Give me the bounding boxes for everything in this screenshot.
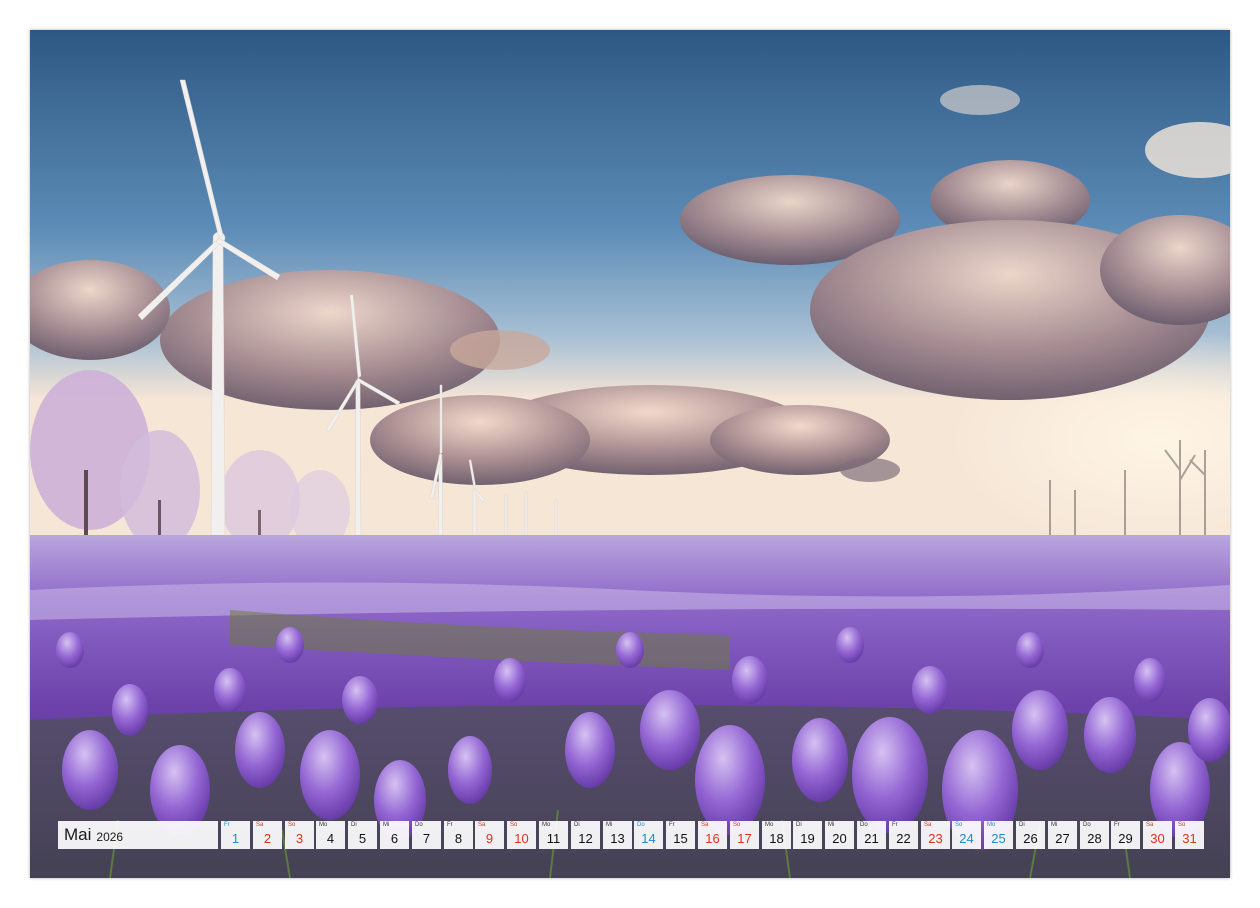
weekday-abbr: Sa — [1146, 822, 1154, 828]
weekday-abbr: So — [510, 822, 518, 828]
day-cell: Di 5 — [348, 821, 377, 849]
weekday-abbr: Do — [860, 822, 868, 828]
day-cell: Di 19 — [793, 821, 822, 849]
month-label: Mai 2026 — [58, 821, 218, 849]
day-number: 27 — [1055, 831, 1070, 846]
month-name: Mai — [64, 825, 92, 844]
day-number: 3 — [295, 831, 304, 846]
day-number: 2 — [263, 831, 272, 846]
weekday-abbr: Sa — [256, 822, 264, 828]
day-number: 23 — [928, 831, 943, 846]
weekday-abbr: Fr — [224, 822, 230, 828]
day-cell: Sa 30 — [1143, 821, 1172, 849]
day-number: 10 — [514, 831, 529, 846]
day-number: 28 — [1087, 831, 1102, 846]
day-cell: Di 26 — [1016, 821, 1045, 849]
day-number: 18 — [769, 831, 784, 846]
day-cell: So 10 — [507, 821, 536, 849]
day-number: 4 — [326, 831, 335, 846]
weekday-abbr: Sa — [478, 822, 486, 828]
day-cell: Mo 4 — [316, 821, 345, 849]
day-number: 24 — [959, 831, 974, 846]
day-number: 21 — [864, 831, 879, 846]
day-number: 5 — [358, 831, 367, 846]
weekday-abbr: So — [955, 822, 963, 828]
day-cell: Sa 2 — [253, 821, 282, 849]
day-cell: Mi 27 — [1048, 821, 1077, 849]
weekday-abbr: Di — [1019, 822, 1025, 828]
weekday-abbr: So — [733, 822, 741, 828]
weekday-abbr: Fr — [1114, 822, 1120, 828]
day-cell: Fr 22 — [889, 821, 918, 849]
weekday-abbr: Di — [796, 822, 802, 828]
day-cell: So 17 — [730, 821, 759, 849]
weekday-abbr: Fr — [892, 822, 898, 828]
weekday-abbr: Mo — [542, 822, 551, 828]
calendar-page: Mai 2026 Fr 1 Sa 2 So 3 Mo 4 Di 5 Mi 6 Do 7 Fr 8 Sa 9 So 10… — [0, 0, 1260, 908]
day-cell: Do 28 — [1080, 821, 1109, 849]
weekday-abbr: Do — [415, 822, 423, 828]
day-number: 16 — [705, 831, 720, 846]
weekday-abbr: Mo — [319, 822, 328, 828]
day-number: 22 — [896, 831, 911, 846]
day-cell: Di 12 — [571, 821, 600, 849]
weekday-abbr: Sa — [924, 822, 932, 828]
day-cell: Do 7 — [412, 821, 441, 849]
weekday-abbr: Do — [1083, 822, 1091, 828]
weekday-abbr: Fr — [669, 822, 675, 828]
weekday-abbr: So — [1178, 822, 1186, 828]
day-cell: Fr 29 — [1111, 821, 1140, 849]
weekday-abbr: So — [288, 822, 296, 828]
weekday-abbr: Mo — [987, 822, 996, 828]
day-number: 6 — [390, 831, 399, 846]
landscape-photo — [30, 30, 1230, 878]
day-number: 17 — [737, 831, 752, 846]
day-cell: Fr 15 — [666, 821, 695, 849]
weekday-abbr: Mi — [1051, 822, 1058, 828]
day-cell: Mi 6 — [380, 821, 409, 849]
day-cell: Do 14 — [634, 821, 663, 849]
day-cell: So 3 — [285, 821, 314, 849]
calendar-strip: Mai 2026 Fr 1 Sa 2 So 3 Mo 4 Di 5 Mi 6 Do 7 Fr 8 Sa 9 So 10… — [58, 820, 1204, 850]
day-cell: Mi 20 — [825, 821, 854, 849]
day-number: 26 — [1023, 831, 1038, 846]
weekday-abbr: Di — [574, 822, 580, 828]
day-cell: Sa 23 — [921, 821, 950, 849]
day-cell: Sa 9 — [475, 821, 504, 849]
day-number: 1 — [231, 831, 240, 846]
day-number: 12 — [578, 831, 593, 846]
day-cell: Mo 18 — [762, 821, 791, 849]
weekday-abbr: Mi — [606, 822, 613, 828]
day-cell: Mi 13 — [603, 821, 632, 849]
day-number: 19 — [800, 831, 815, 846]
day-cell: So 24 — [952, 821, 981, 849]
year: 2026 — [96, 829, 124, 844]
weekday-abbr: Mi — [383, 822, 390, 828]
weekday-abbr: Fr — [447, 822, 453, 828]
day-number: 30 — [1150, 831, 1165, 846]
day-number: 31 — [1182, 831, 1197, 846]
day-number: 13 — [610, 831, 625, 846]
day-cell: Fr 1 — [221, 821, 250, 849]
day-cell: Mo 25 — [984, 821, 1013, 849]
day-number: 29 — [1118, 831, 1133, 846]
weekday-abbr: Mo — [765, 822, 774, 828]
weekday-abbr: Sa — [701, 822, 709, 828]
day-cell: Fr 8 — [444, 821, 473, 849]
weekday-abbr: Do — [637, 822, 645, 828]
day-number: 8 — [454, 831, 463, 846]
weekday-abbr: Di — [351, 822, 357, 828]
day-number: 11 — [546, 831, 561, 846]
day-number: 15 — [673, 831, 688, 846]
day-number: 25 — [991, 831, 1006, 846]
weekday-abbr: Mi — [828, 822, 835, 828]
day-cell: So 31 — [1175, 821, 1204, 849]
day-number: 7 — [422, 831, 431, 846]
day-cell: Do 21 — [857, 821, 886, 849]
day-number: 14 — [641, 831, 656, 846]
day-number: 20 — [832, 831, 847, 846]
day-number: 9 — [485, 831, 494, 846]
day-cell: Sa 16 — [698, 821, 727, 849]
day-cell: Mo 11 — [539, 821, 568, 849]
